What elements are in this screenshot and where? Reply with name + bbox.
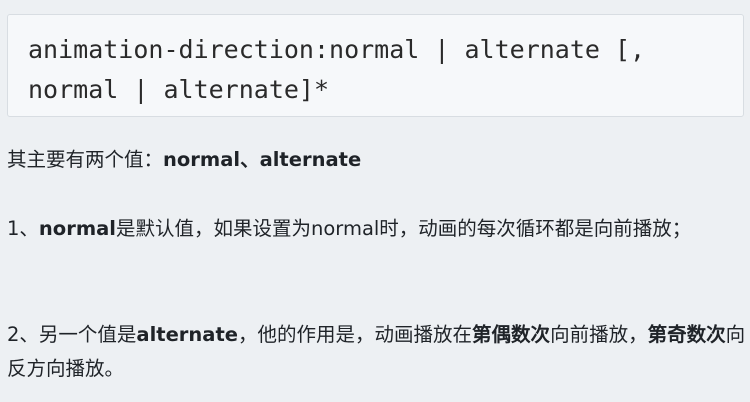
odd-iteration-emphasis: 第奇数次	[647, 323, 726, 346]
intro-prefix: 其主要有两个值：	[7, 148, 164, 171]
alternate-mid-2: 向前播放，	[550, 323, 648, 346]
normal-keyword: normal	[38, 217, 116, 240]
normal-prefix: 1、	[7, 217, 39, 240]
paragraph-normal: 1、normal是默认值，如果设置为normal时，动画的每次循环都是向前播放；	[7, 212, 747, 246]
code-block: animation-direction:normal | alternate […	[7, 14, 744, 117]
alternate-mid-1: ，他的作用是，动画播放在	[238, 323, 473, 346]
alternate-keyword: alternate	[136, 323, 239, 346]
code-line-1: animation-direction:normal | alternate […	[28, 35, 646, 64]
intro-values: normal、alternate	[163, 148, 362, 171]
code-line-2: normal | alternate]*	[28, 75, 330, 104]
even-iteration-emphasis: 第偶数次	[472, 323, 551, 346]
paragraph-alternate-body: 2、另一个值是alternate，他的作用是，动画播放在第偶数次向前播放，第奇数…	[7, 318, 747, 386]
paragraph-values-intro: 其主要有两个值：normal、alternate	[7, 143, 747, 177]
alternate-prefix: 2、另一个值是	[7, 323, 137, 346]
normal-description: 是默认值，如果设置为normal时，动画的每次循环都是向前播放；	[115, 217, 692, 240]
